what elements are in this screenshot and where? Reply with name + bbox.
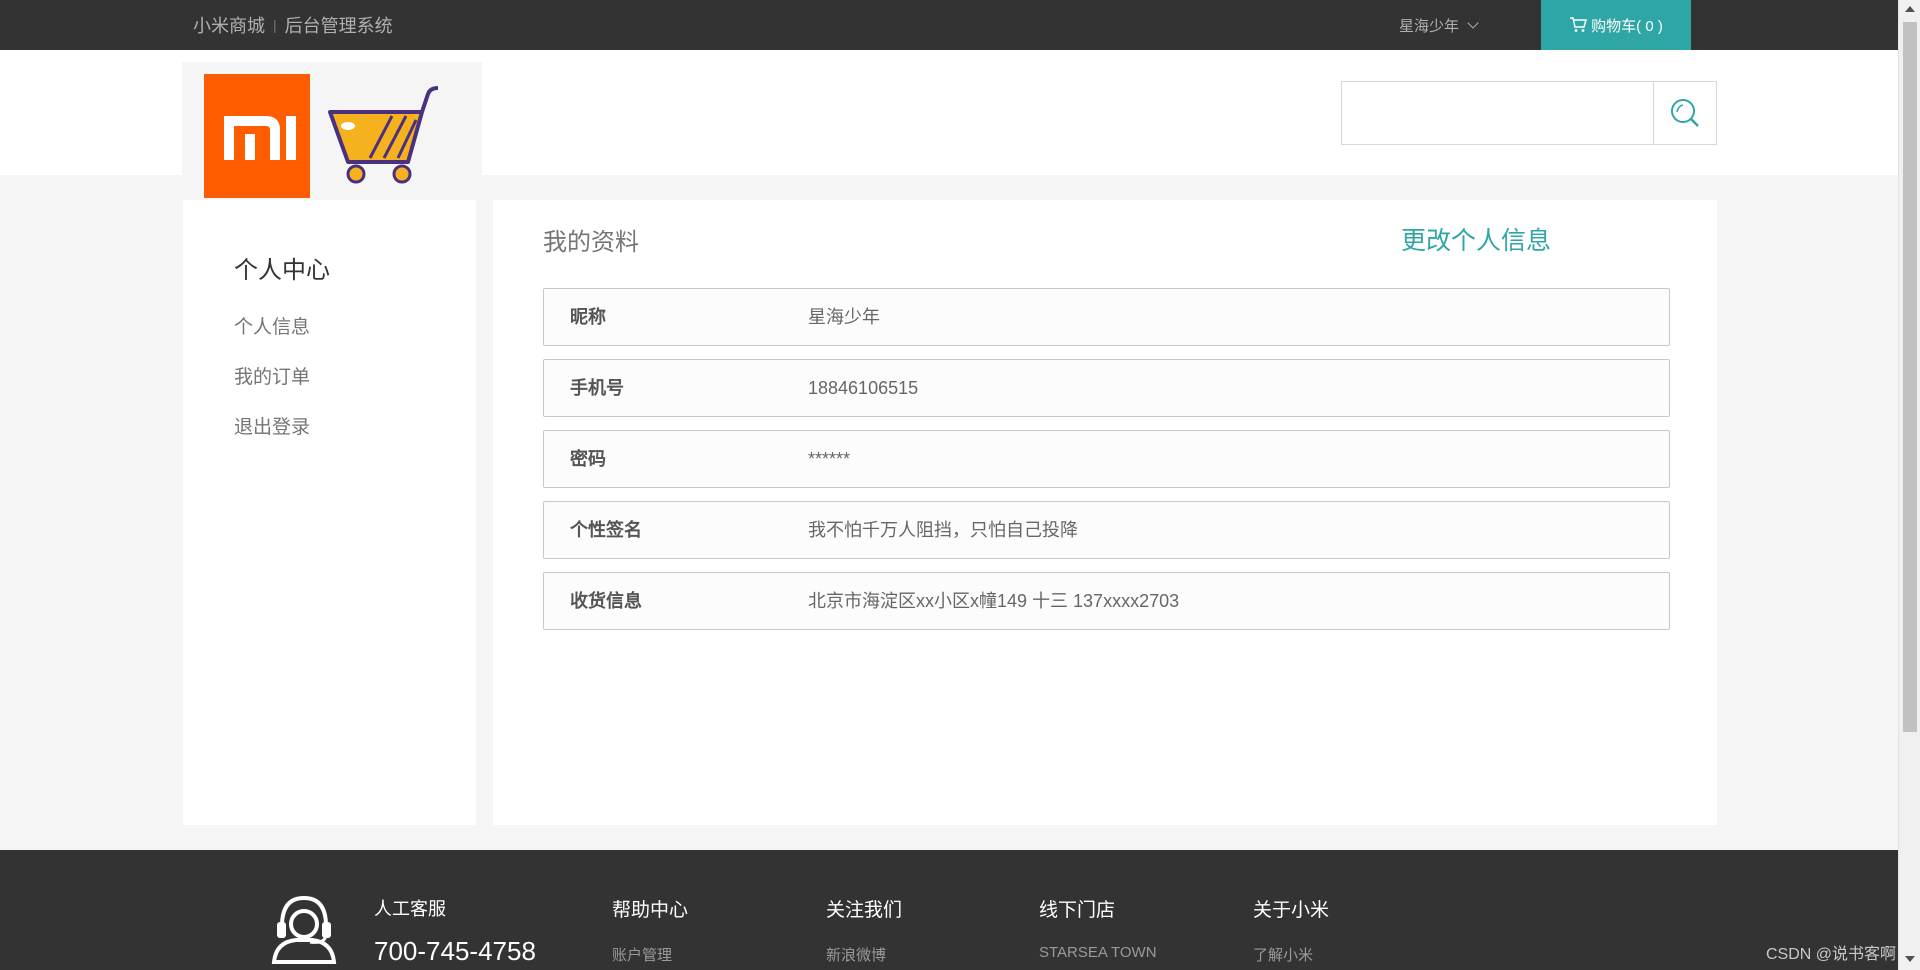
separator: | [273,17,277,33]
footer-column-title: 线下门店 [1039,900,1116,921]
footer-column-follow: 关注我们 新浪微博 [826,895,902,965]
field-label: 个性签名 [570,520,642,540]
field-label: 手机号 [570,378,624,398]
sidebar-item-personal-info[interactable]: 个人信息 [234,312,310,339]
sidebar-item-my-orders[interactable]: 我的订单 [234,362,310,389]
field-label: 密码 [570,449,606,469]
search-button[interactable] [1654,82,1716,144]
footer-column-help: 帮助中心 账户管理 [612,895,688,965]
cart-button[interactable]: 购物车( 0 ) [1541,0,1691,50]
mi-logo-icon [204,74,310,198]
field-value: 星海少年 [808,307,880,327]
footer-column-title: 帮助中心 [612,900,689,921]
chevron-down-icon [1467,16,1479,29]
page-title: 我的资料 [543,229,639,256]
sidebar-item-logout[interactable]: 退出登录 [234,412,310,439]
edit-profile-link[interactable]: 更改个人信息 [1401,221,1551,257]
service-phone: 700-745-4758 [374,936,536,966]
profile-row-password: 密码 ****** [543,430,1670,488]
sidebar-title: 个人中心 [234,257,330,284]
scroll-down-arrow-icon[interactable] [1905,956,1915,962]
field-value: 我不怕千万人阻挡，只怕自己投降 [808,520,1078,540]
footer: 人工客服 700-745-4758 帮助中心 账户管理 关注我们 新浪微博 线下… [0,850,1898,970]
profile-row-nickname: 昵称 星海少年 [543,288,1670,346]
cart-icon [1570,17,1588,32]
mall-link[interactable]: 小米商城 [193,12,265,38]
footer-column-title: 关于小米 [1253,900,1330,921]
search-input[interactable] [1342,82,1654,144]
username: 星海少年 [1399,17,1460,35]
top-links: 小米商城 | 后台管理系统 [193,0,393,50]
top-bar: 小米商城 | 后台管理系统 星海少年 购物车( 0 ) [0,0,1898,50]
profile-row-shipping: 收货信息 北京市海淀区xx小区x幢149 十三 137xxxx2703 [543,572,1670,630]
site-logo[interactable] [182,62,482,198]
watermark: CSDN @说书客啊 [1766,946,1897,963]
footer-link[interactable]: 新浪微博 [826,944,902,965]
field-value: 18846106515 [808,378,919,398]
scroll-up-arrow-icon[interactable] [1905,6,1915,12]
cart-label: 购物车( 0 ) [1591,17,1663,35]
profile-row-phone: 手机号 18846106515 [543,359,1670,417]
field-value: ****** [808,449,851,469]
scrollbar-thumb[interactable] [1903,22,1917,732]
user-menu[interactable]: 星海少年 [1399,0,1479,50]
search-icon [1671,99,1699,127]
page-scrollbar[interactable] [1898,0,1920,970]
footer-link[interactable]: STARSEA TOWN [1039,944,1157,961]
footer-link[interactable]: 了解小米 [1253,944,1329,965]
profile-panel: 我的资料 更改个人信息 昵称 星海少年 手机号 18846106515 密码 *… [493,200,1717,825]
footer-column-about: 关于小米 了解小米 [1253,895,1329,965]
field-label: 收货信息 [570,591,642,611]
service-title: 人工客服 [374,899,446,919]
field-value: 北京市海淀区xx小区x幢149 十三 137xxxx2703 [808,591,1180,611]
footer-link[interactable]: 账户管理 [612,944,688,965]
search-box [1341,81,1717,145]
field-label: 昵称 [570,307,606,327]
sidebar: 个人中心 个人信息 我的订单 退出登录 [183,200,476,825]
profile-row-signature: 个性签名 我不怕千万人阻挡，只怕自己投降 [543,501,1670,559]
shopping-cart-logo-icon [322,74,452,199]
customer-service-icon [268,892,340,969]
header [0,50,1898,198]
footer-column-stores: 线下门店 STARSEA TOWN [1039,895,1157,961]
admin-link[interactable]: 后台管理系统 [285,12,393,38]
footer-column-title: 关注我们 [826,900,903,921]
